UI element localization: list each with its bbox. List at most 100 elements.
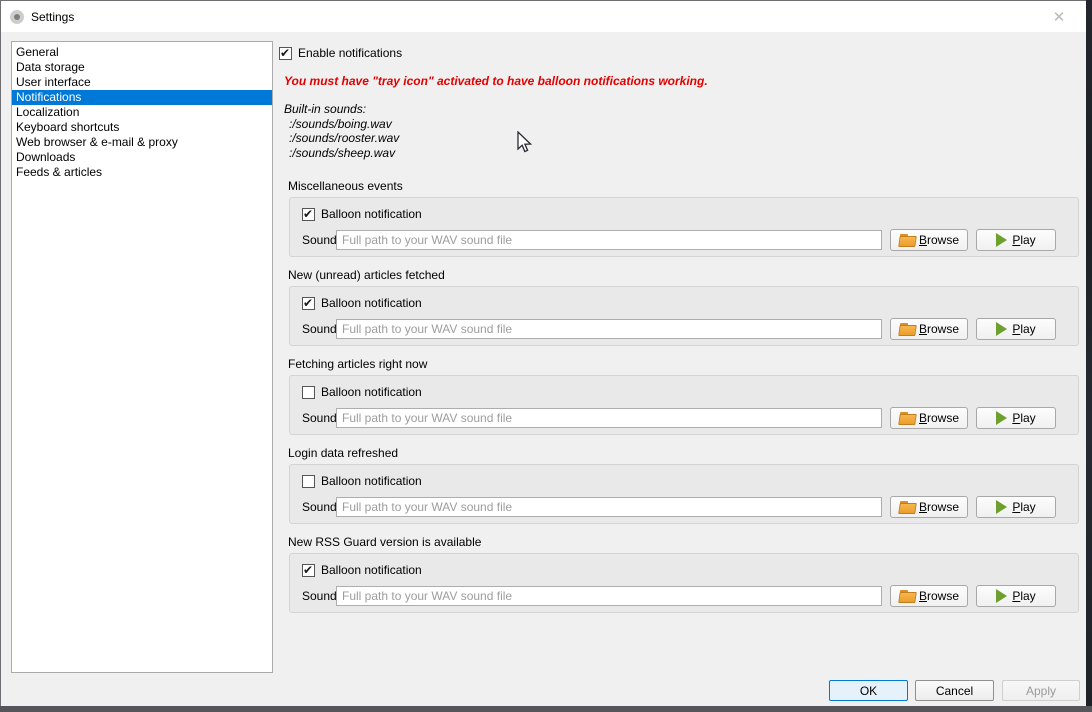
- balloon-notification-checkbox[interactable]: ✔ Balloon notification: [302, 207, 1056, 221]
- label-rest: lay: [1020, 411, 1035, 425]
- label-rest: rowse: [927, 411, 959, 425]
- checkmark-icon: ✔: [303, 207, 313, 221]
- sidebar-item-web-browser[interactable]: Web browser & e-mail & proxy: [12, 135, 272, 150]
- browse-button-label: Browse: [919, 589, 959, 603]
- section-fetching-articles-now: Fetching articles right now Balloon noti…: [289, 357, 1079, 435]
- sidebar-item-general[interactable]: General: [12, 45, 272, 60]
- section-group-box: ✔ Balloon notification Sound Browse Play: [289, 197, 1079, 257]
- section-group-box: ✔ Balloon notification Sound Browse Play: [289, 553, 1079, 613]
- browse-button[interactable]: Browse: [890, 229, 968, 251]
- checkbox-box[interactable]: [302, 475, 315, 488]
- notification-sections: Miscellaneous events ✔ Balloon notificat…: [289, 179, 1079, 624]
- sound-label: Sound: [302, 500, 336, 514]
- sound-label: Sound: [302, 233, 336, 247]
- checkbox-box[interactable]: ✔: [302, 208, 315, 221]
- builtin-sound-path: :/sounds/boing.wav: [284, 117, 399, 132]
- window-title: Settings: [31, 10, 74, 24]
- desktop-background-strip-bottom: [0, 706, 1092, 712]
- label-rest: rowse: [927, 233, 959, 247]
- play-button[interactable]: Play: [976, 318, 1056, 340]
- section-group-box: ✔ Balloon notification Sound Browse Play: [289, 286, 1079, 346]
- folder-icon: [899, 590, 915, 602]
- sidebar-item-feeds-articles[interactable]: Feeds & articles: [12, 165, 272, 180]
- balloon-notification-checkbox[interactable]: Balloon notification: [302, 474, 1056, 488]
- enable-notifications-checkbox[interactable]: ✔ Enable notifications: [279, 46, 402, 60]
- play-button-label: Play: [1012, 411, 1035, 425]
- section-title: New RSS Guard version is available: [288, 535, 1079, 550]
- sidebar-item-keyboard-shortcuts[interactable]: Keyboard shortcuts: [12, 120, 272, 135]
- label-rest: rowse: [927, 500, 959, 514]
- browse-button[interactable]: Browse: [890, 407, 968, 429]
- sidebar-item-notifications[interactable]: Notifications: [12, 90, 272, 105]
- mnemonic-letter: B: [919, 589, 927, 603]
- play-icon: [996, 411, 1007, 425]
- checkbox-box[interactable]: ✔: [302, 297, 315, 310]
- balloon-notification-label: Balloon notification: [321, 385, 422, 399]
- play-button[interactable]: Play: [976, 585, 1056, 607]
- balloon-notification-checkbox[interactable]: ✔ Balloon notification: [302, 563, 1056, 577]
- sound-row: Sound Browse Play: [302, 496, 1056, 518]
- balloon-notification-label: Balloon notification: [321, 207, 422, 221]
- sidebar-item-downloads[interactable]: Downloads: [12, 150, 272, 165]
- folder-icon: [899, 412, 915, 424]
- browse-button[interactable]: Browse: [890, 585, 968, 607]
- play-icon: [996, 322, 1007, 336]
- section-title: Fetching articles right now: [288, 357, 1079, 372]
- mnemonic-letter: B: [919, 322, 927, 336]
- settings-category-list: General Data storage User interface Noti…: [11, 41, 273, 673]
- section-miscellaneous-events: Miscellaneous events ✔ Balloon notificat…: [289, 179, 1079, 257]
- folder-icon: [899, 234, 915, 246]
- play-button[interactable]: Play: [976, 496, 1056, 518]
- sound-row: Sound Browse Play: [302, 229, 1056, 251]
- checkbox-box[interactable]: ✔: [279, 47, 292, 60]
- sound-path-input[interactable]: [336, 408, 882, 428]
- play-button[interactable]: Play: [976, 229, 1056, 251]
- play-button[interactable]: Play: [976, 407, 1056, 429]
- checkbox-box[interactable]: [302, 386, 315, 399]
- section-login-data-refreshed: Login data refreshed Balloon notificatio…: [289, 446, 1079, 524]
- close-icon[interactable]: ✕: [1044, 5, 1074, 29]
- sound-path-input[interactable]: [336, 319, 882, 339]
- sidebar-item-localization[interactable]: Localization: [12, 105, 272, 120]
- builtin-sound-path: :/sounds/sheep.wav: [284, 146, 399, 161]
- balloon-notification-label: Balloon notification: [321, 474, 422, 488]
- play-icon: [996, 589, 1007, 603]
- builtin-sound-path: :/sounds/rooster.wav: [284, 131, 399, 146]
- balloon-notification-checkbox[interactable]: ✔ Balloon notification: [302, 296, 1056, 310]
- balloon-notification-label: Balloon notification: [321, 296, 422, 310]
- browse-button-label: Browse: [919, 411, 959, 425]
- sound-label: Sound: [302, 411, 336, 425]
- checkbox-box[interactable]: ✔: [302, 564, 315, 577]
- play-icon: [996, 233, 1007, 247]
- section-title: Login data refreshed: [288, 446, 1079, 461]
- play-button-label: Play: [1012, 322, 1035, 336]
- folder-icon: [899, 323, 915, 335]
- browse-button-label: Browse: [919, 500, 959, 514]
- sidebar-item-data-storage[interactable]: Data storage: [12, 60, 272, 75]
- browse-button[interactable]: Browse: [890, 318, 968, 340]
- balloon-notification-checkbox[interactable]: Balloon notification: [302, 385, 1056, 399]
- label-rest: rowse: [927, 589, 959, 603]
- label-rest: lay: [1020, 500, 1035, 514]
- section-title: New (unread) articles fetched: [288, 268, 1079, 283]
- ok-button[interactable]: OK: [829, 680, 908, 701]
- mnemonic-letter: B: [919, 500, 927, 514]
- apply-button[interactable]: Apply: [1002, 680, 1080, 701]
- label-rest: lay: [1020, 233, 1035, 247]
- sound-path-input[interactable]: [336, 586, 882, 606]
- sidebar-item-user-interface[interactable]: User interface: [12, 75, 272, 90]
- browse-button[interactable]: Browse: [890, 496, 968, 518]
- sound-path-input[interactable]: [336, 497, 882, 517]
- play-button-label: Play: [1012, 500, 1035, 514]
- checkmark-icon: ✔: [280, 46, 290, 60]
- notifications-panel: ✔ Enable notifications You must have "tr…: [279, 41, 1079, 673]
- enable-notifications-label: Enable notifications: [298, 46, 402, 60]
- label-rest: rowse: [927, 322, 959, 336]
- sound-label: Sound: [302, 589, 336, 603]
- balloon-notification-label: Balloon notification: [321, 563, 422, 577]
- play-button-label: Play: [1012, 589, 1035, 603]
- sound-path-input[interactable]: [336, 230, 882, 250]
- builtin-sounds-block: Built-in sounds: :/sounds/boing.wav :/so…: [284, 102, 399, 161]
- builtin-sounds-heading: Built-in sounds:: [284, 102, 399, 117]
- cancel-button[interactable]: Cancel: [915, 680, 994, 701]
